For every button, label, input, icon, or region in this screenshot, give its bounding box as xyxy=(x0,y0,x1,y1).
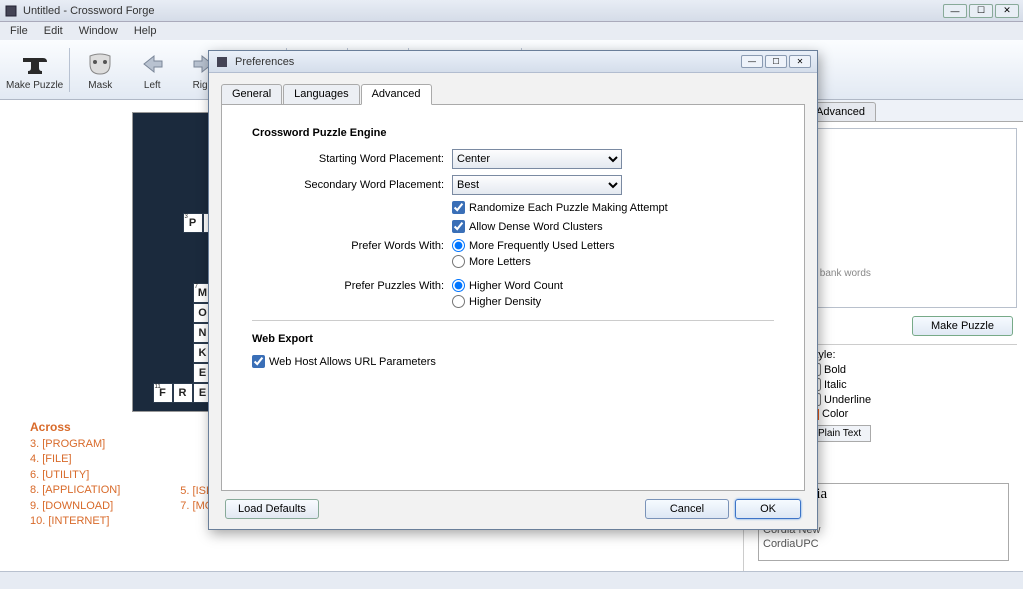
prefer-words-label: Prefer Words With: xyxy=(252,239,452,252)
menu-edit[interactable]: Edit xyxy=(37,24,70,38)
dialog-title: Preferences xyxy=(235,56,741,68)
menu-window[interactable]: Window xyxy=(72,24,125,38)
engine-heading: Crossword Puzzle Engine xyxy=(252,127,774,139)
maximize-button[interactable]: ☐ xyxy=(969,4,993,18)
dialog-tabs: General Languages Advanced xyxy=(221,83,805,105)
window-title: Untitled - Crossword Forge xyxy=(23,5,943,17)
app-icon xyxy=(4,4,18,18)
clue-line[interactable]: 4. [FILE] xyxy=(30,452,120,467)
ok-button[interactable]: OK xyxy=(735,499,801,519)
dense-row: Allow Dense Word Clusters xyxy=(252,220,774,233)
dense-checkbox[interactable]: Allow Dense Word Clusters xyxy=(452,220,603,233)
toolbar-separator xyxy=(69,48,70,92)
dialog-minimize-button[interactable]: — xyxy=(741,55,763,68)
clue-line[interactable]: 9. [DOWNLOAD] xyxy=(30,499,120,514)
tab-advanced[interactable]: Advanced xyxy=(361,84,432,105)
web-host-row: Web Host Allows URL Parameters xyxy=(132,355,774,368)
web-export-heading: Web Export xyxy=(252,333,774,345)
mask-button[interactable]: Mask xyxy=(76,43,124,97)
clue-line[interactable]: 3. [PROGRAM] xyxy=(30,437,120,452)
make-puzzle-button[interactable]: Make Puzzle xyxy=(912,316,1013,336)
dialog-buttons: Load Defaults Cancel OK xyxy=(221,491,805,521)
cell[interactable]: 3P xyxy=(183,213,203,233)
randomize-row: Randomize Each Puzzle Making Attempt xyxy=(252,201,774,214)
dialog-icon xyxy=(215,55,229,69)
cell[interactable]: 11F xyxy=(153,383,173,403)
tab-general[interactable]: General xyxy=(221,84,282,105)
prefer-puzzles-label: Prefer Puzzles With: xyxy=(252,279,452,292)
dialog-close-button[interactable]: ✕ xyxy=(789,55,811,68)
window-controls: — ☐ ✕ xyxy=(943,4,1019,18)
left-button[interactable]: Left xyxy=(128,43,176,97)
prefer-words-opt1[interactable]: More Frequently Used Letters xyxy=(452,239,615,252)
dialog-titlebar[interactable]: Preferences — ☐ ✕ xyxy=(209,51,817,73)
starting-select[interactable]: Center xyxy=(452,149,622,169)
prefer-words-opt2[interactable]: More Letters xyxy=(452,255,615,268)
starting-label: Starting Word Placement: xyxy=(252,153,452,165)
menu-help[interactable]: Help xyxy=(127,24,164,38)
clue-line[interactable]: 8. [APPLICATION] xyxy=(30,483,120,498)
anvil-icon xyxy=(20,49,50,79)
dialog-body: General Languages Advanced Crossword Puz… xyxy=(209,73,817,529)
tab-languages[interactable]: Languages xyxy=(283,84,359,105)
prefer-puzzles-opt1[interactable]: Higher Word Count xyxy=(452,279,563,292)
starting-placement-row: Starting Word Placement: Center xyxy=(252,149,774,169)
prefer-puzzles-row: Prefer Puzzles With: Higher Word Count H… xyxy=(252,279,774,308)
minimize-button[interactable]: — xyxy=(943,4,967,18)
secondary-select[interactable]: Best xyxy=(452,175,622,195)
dialog-content: Crossword Puzzle Engine Starting Word Pl… xyxy=(221,105,805,491)
dialog-maximize-button[interactable]: ☐ xyxy=(765,55,787,68)
across-heading: Across xyxy=(30,420,120,434)
secondary-placement-row: Secondary Word Placement: Best xyxy=(252,175,774,195)
web-host-checkbox[interactable]: Web Host Allows URL Parameters xyxy=(252,355,436,368)
clue-line[interactable]: 10. [INTERNET] xyxy=(30,514,120,529)
main-titlebar: Untitled - Crossword Forge — ☐ ✕ xyxy=(0,0,1023,22)
across-clues: Across 3. [PROGRAM] 4. [FILE] 6. [UTILIT… xyxy=(30,420,120,529)
menu-file[interactable]: File xyxy=(3,24,35,38)
make-puzzle-button[interactable]: Make Puzzle xyxy=(6,43,63,97)
randomize-checkbox[interactable]: Randomize Each Puzzle Making Attempt xyxy=(452,201,668,214)
prefer-words-row: Prefer Words With: More Frequently Used … xyxy=(252,239,774,268)
clue-line[interactable]: 6. [UTILITY] xyxy=(30,468,120,483)
preferences-dialog: Preferences — ☐ ✕ General Languages Adva… xyxy=(208,50,818,530)
prefer-puzzles-opt2[interactable]: Higher Density xyxy=(452,295,563,308)
menubar: File Edit Window Help xyxy=(0,22,1023,40)
dialog-controls: — ☐ ✕ xyxy=(741,55,811,68)
secondary-label: Secondary Word Placement: xyxy=(252,179,452,191)
section-divider xyxy=(252,320,774,321)
arrow-left-icon xyxy=(137,49,167,79)
statusbar xyxy=(0,571,1023,589)
load-defaults-button[interactable]: Load Defaults xyxy=(225,499,319,519)
cell[interactable]: R xyxy=(173,383,193,403)
close-button[interactable]: ✕ xyxy=(995,4,1019,18)
cancel-button[interactable]: Cancel xyxy=(645,499,729,519)
mask-icon xyxy=(85,49,115,79)
